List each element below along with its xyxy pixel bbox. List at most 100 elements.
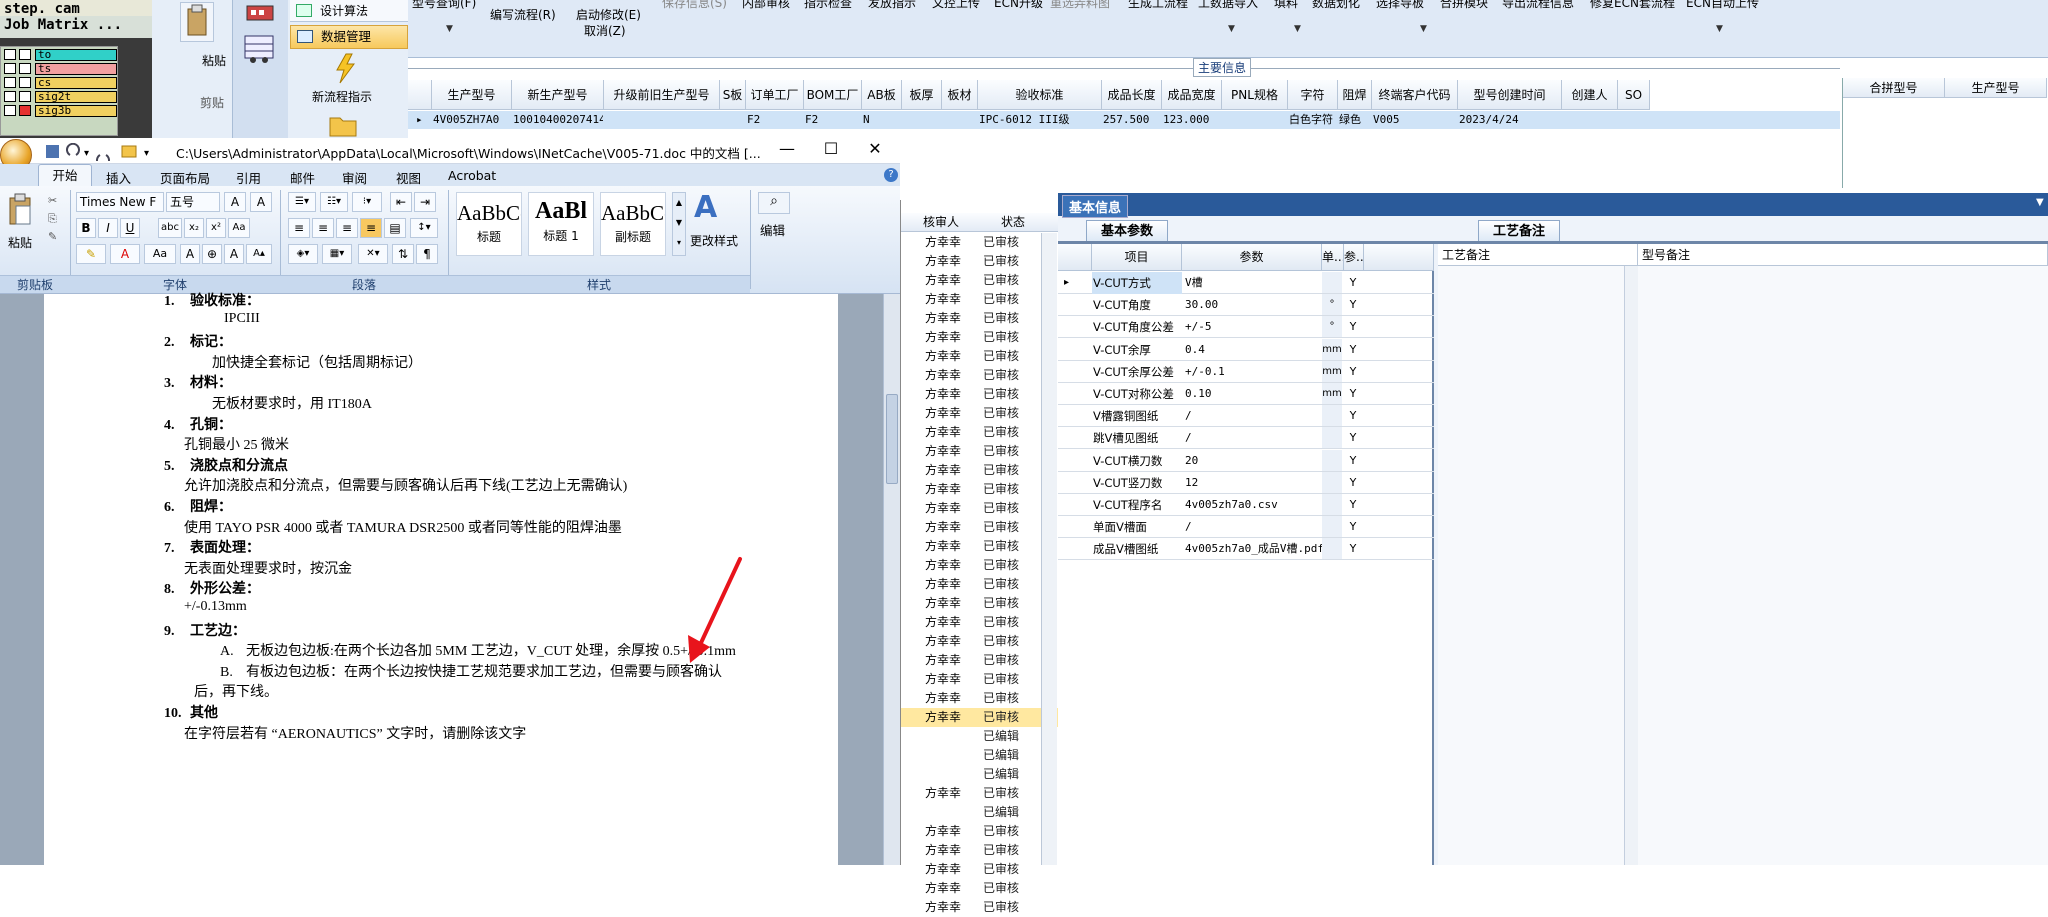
toolbar-issue[interactable]: 发放指示 bbox=[868, 0, 916, 11]
styles-scroll[interactable]: ▲ ▼ ▾ bbox=[672, 192, 686, 256]
col-header[interactable]: 成品长度 bbox=[1102, 80, 1162, 110]
col-header[interactable]: AB板 bbox=[862, 80, 902, 110]
col-header[interactable]: 升级前旧生产型号 bbox=[604, 80, 720, 110]
table-row[interactable]: V-CUT角度 30.00 ° Y bbox=[1058, 294, 1434, 317]
layer-checkbox[interactable] bbox=[4, 91, 16, 102]
toolbar-fill[interactable]: 填料 bbox=[1274, 0, 1298, 11]
toolbar-gen-flow[interactable]: 生成工流程 bbox=[1128, 0, 1188, 11]
layer-row[interactable]: sig3b bbox=[1, 104, 117, 117]
table-row[interactable]: 跳V槽见图纸 / Y bbox=[1058, 427, 1434, 450]
list-item[interactable]: 方幸幸 已审核 bbox=[901, 632, 1059, 651]
merge-model-header[interactable]: 合拼型号 bbox=[1843, 78, 1945, 98]
folder-icon[interactable] bbox=[328, 110, 358, 138]
find-icon[interactable]: ⌕ bbox=[758, 192, 790, 214]
list-item[interactable]: 方幸幸 已审核 bbox=[901, 252, 1059, 271]
table-row[interactable]: 成品V槽图纸 4v005zh7a0_成品V槽.pdf Y bbox=[1058, 538, 1434, 561]
basic-info-tab[interactable]: 基本信息 bbox=[1062, 195, 1129, 218]
merge-production-header[interactable]: 生产型号 bbox=[1945, 78, 2047, 98]
col-header[interactable]: 订单工厂 bbox=[746, 80, 804, 110]
layer-checkbox[interactable] bbox=[4, 77, 16, 88]
list-item[interactable]: 方幸幸 已审核 bbox=[901, 404, 1059, 423]
list-item[interactable]: 方幸幸 已审核 bbox=[901, 423, 1059, 442]
show-marks-icon[interactable]: ¶ bbox=[416, 244, 438, 264]
layer-row[interactable]: cs bbox=[1, 76, 117, 89]
list-item[interactable]: 方幸幸 已审核 bbox=[901, 594, 1059, 613]
numbering-icon[interactable]: ☷▾ bbox=[320, 192, 348, 212]
subscript-icon[interactable]: x₂ bbox=[184, 218, 204, 238]
toolbar-upload[interactable]: 文控上传 bbox=[932, 0, 980, 11]
list-item[interactable]: 方幸幸 已审核 bbox=[901, 613, 1059, 632]
toolbar-cancel[interactable]: 取消(Z) bbox=[584, 22, 626, 39]
highlight-icon[interactable]: ✎ bbox=[76, 244, 106, 264]
align-right-icon[interactable]: ≡ bbox=[336, 218, 358, 238]
table-row[interactable]: V-CUT横刀数 20 Y bbox=[1058, 449, 1434, 472]
toolbar-save-info[interactable]: 保存信息(S) bbox=[662, 0, 727, 11]
quick-access-icons[interactable]: ▾ ▾ bbox=[44, 143, 164, 161]
toolbar-check[interactable]: 指示检查 bbox=[804, 0, 852, 11]
col-item-header[interactable]: 项目 bbox=[1092, 244, 1182, 271]
toolbar-ecn-auto[interactable]: ECN自动上传 bbox=[1686, 0, 1759, 11]
paste-label[interactable]: 粘贴 bbox=[202, 52, 226, 69]
toolbar-ecn-upgrade[interactable]: ECN升级 bbox=[994, 0, 1043, 11]
list-item[interactable]: 方幸幸 已审核 bbox=[901, 366, 1059, 385]
change-styles-button[interactable]: 更改样式 bbox=[690, 232, 738, 249]
col-header[interactable]: 新生产型号 bbox=[512, 80, 604, 110]
style-subtitle[interactable]: AaBbC( 副标题 bbox=[600, 192, 666, 256]
list-item[interactable]: 方幸幸 已审核 bbox=[901, 860, 1059, 879]
list-item[interactable]: 方幸幸 已审核 bbox=[901, 271, 1059, 290]
help-icon[interactable]: ? bbox=[884, 168, 898, 182]
grow-font-icon[interactable]: A bbox=[224, 192, 246, 212]
table-row[interactable]: V-CUT角度公差 +/-5 ° Y bbox=[1058, 316, 1434, 339]
justify-icon[interactable]: ≡ bbox=[360, 218, 382, 238]
layer-row[interactable]: to bbox=[1, 48, 117, 61]
col-header[interactable]: 生产型号 bbox=[432, 80, 512, 110]
tab-view[interactable]: 视图 bbox=[396, 168, 421, 187]
tab-basic-params[interactable]: 基本参数 bbox=[1086, 220, 1169, 242]
tab-mailings[interactable]: 邮件 bbox=[290, 168, 315, 187]
list-item[interactable]: 方幸幸 已审核 bbox=[901, 233, 1059, 252]
list-item[interactable]: 方幸幸 已审核 bbox=[901, 784, 1059, 803]
table-row[interactable]: V-CUT余厚公差 +/-0.1 mm Y bbox=[1058, 360, 1434, 383]
edit-button[interactable]: 编辑 bbox=[760, 220, 785, 239]
list-item[interactable]: 方幸幸 已审核 bbox=[901, 518, 1059, 537]
new-flow-button[interactable]: 新流程指示 bbox=[312, 88, 372, 105]
list-item[interactable]: 方幸幸 已审核 bbox=[901, 898, 1059, 917]
phonetic-icon[interactable]: Aa bbox=[228, 218, 250, 238]
list-item[interactable]: 方幸幸 已审核 bbox=[901, 708, 1059, 727]
col-header[interactable]: 验收标准 bbox=[978, 80, 1102, 110]
char-shading-icon[interactable]: A bbox=[180, 244, 200, 264]
chevron-down-icon[interactable]: ▼ bbox=[1228, 24, 1235, 34]
table-row[interactable]: V-CUT余厚 0.4 mm Y bbox=[1058, 338, 1434, 361]
increase-indent-icon[interactable]: ⇥ bbox=[414, 192, 436, 212]
maximize-icon[interactable]: ☐ bbox=[808, 139, 854, 158]
chevron-down-icon[interactable]: ▼ bbox=[1716, 24, 1723, 34]
enclose-char-icon[interactable]: ⊕ bbox=[202, 244, 222, 264]
list-item[interactable]: 方幸幸 已审核 bbox=[901, 499, 1059, 518]
clipboard-icon[interactable] bbox=[180, 2, 214, 42]
review-scrollbar[interactable] bbox=[1041, 233, 1057, 865]
font-name-select[interactable]: Times New F bbox=[76, 192, 164, 212]
table-row[interactable]: V-CUT竖刀数 12 Y bbox=[1058, 471, 1434, 494]
chevron-down-icon[interactable]: ▼ bbox=[1294, 24, 1301, 34]
col-header[interactable]: 型号创建时间 bbox=[1458, 80, 1562, 110]
minimize-icon[interactable]: — bbox=[764, 139, 810, 158]
col-header[interactable]: SO bbox=[1618, 80, 1650, 110]
italic-icon[interactable]: I bbox=[98, 218, 118, 238]
toolbar-select-guide[interactable]: 选择导板 bbox=[1376, 0, 1424, 11]
tab-home[interactable]: 开始 bbox=[38, 164, 92, 186]
asian-layout-icon[interactable]: ✕▾ bbox=[358, 244, 388, 264]
tab-acrobat[interactable]: Acrobat bbox=[448, 168, 496, 183]
clear-format-icon[interactable]: A bbox=[250, 192, 272, 212]
list-item[interactable]: 方幸幸 已审核 bbox=[901, 309, 1059, 328]
menu-data-management[interactable]: 数据管理 bbox=[290, 25, 408, 49]
col-header[interactable]: 板材 bbox=[942, 80, 978, 110]
col-header[interactable]: 创建人 bbox=[1562, 80, 1618, 110]
list-item[interactable]: 方幸幸 已审核 bbox=[901, 879, 1059, 898]
font-size-adjust-icon[interactable]: A▴ bbox=[246, 244, 272, 264]
list-item[interactable]: 已编辑 bbox=[901, 765, 1059, 784]
col-param-header[interactable]: 参数 bbox=[1182, 244, 1322, 271]
table-row[interactable]: 单面V槽面 / Y bbox=[1058, 516, 1434, 539]
list-item[interactable]: 方幸幸 已审核 bbox=[901, 556, 1059, 575]
tab-insert[interactable]: 插入 bbox=[106, 168, 131, 187]
layer-checkbox[interactable] bbox=[4, 105, 16, 116]
